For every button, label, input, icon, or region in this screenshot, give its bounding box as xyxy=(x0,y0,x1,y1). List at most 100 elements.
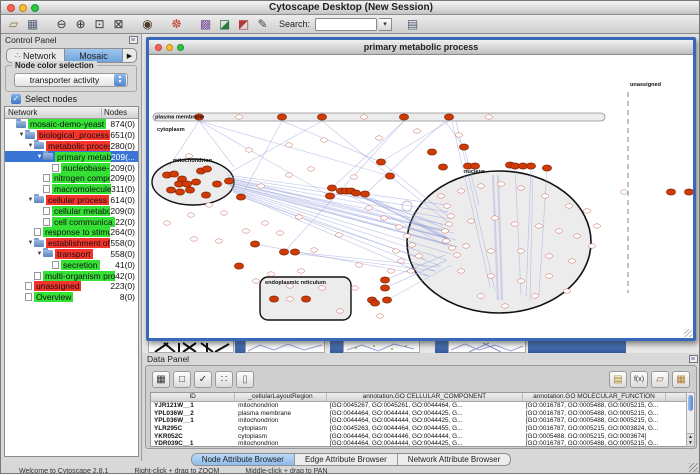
attribute-table[interactable]: ID_cellularLayoutRegionannotation.GO CEL… xyxy=(150,392,694,447)
network-node-small[interactable] xyxy=(163,221,170,225)
network-node-small[interactable] xyxy=(235,115,242,119)
network-node-small[interactable] xyxy=(403,234,410,238)
network-node-small[interactable] xyxy=(448,246,455,250)
snapshot-icon[interactable]: ◉ xyxy=(139,16,156,32)
network-node-small[interactable] xyxy=(531,294,538,298)
attribute-table-scrollbar[interactable]: ▲▼ xyxy=(686,392,695,447)
network-node-small[interactable] xyxy=(408,243,415,247)
network-node-selected[interactable] xyxy=(191,179,200,185)
select-attributes-icon[interactable]: ✓ xyxy=(194,371,212,388)
tree-expand-icon[interactable]: ▼ xyxy=(18,132,25,138)
tree-expand-icon[interactable]: ▼ xyxy=(36,154,43,160)
control-panel-undock-icon[interactable] xyxy=(129,36,138,44)
network-node-selected[interactable] xyxy=(236,194,245,200)
scrollbar-arrows-icon[interactable]: ▲▼ xyxy=(687,433,694,446)
network-node-small[interactable] xyxy=(501,304,508,308)
network-tree-row[interactable]: secretion41(0) xyxy=(5,259,138,270)
network-node-small[interactable] xyxy=(392,249,399,253)
network-node-selected[interactable] xyxy=(250,241,259,247)
network-tree-row[interactable]: ▼metabolic process280(0) xyxy=(5,141,138,152)
unselect-attributes-icon[interactable]: ∷ xyxy=(215,371,233,388)
network-node-selected[interactable] xyxy=(279,249,288,255)
network-node-small[interactable] xyxy=(387,269,394,273)
network-node-selected[interactable] xyxy=(185,187,194,193)
network-node-selected[interactable] xyxy=(382,297,391,303)
network-node-selected[interactable] xyxy=(385,173,394,179)
network-node-selected[interactable] xyxy=(182,181,191,187)
minimized-window-thumbnail[interactable] xyxy=(148,340,234,353)
network-node-small[interactable] xyxy=(350,175,357,179)
network-tree-row[interactable]: nucleobase-209(0) xyxy=(5,162,138,173)
network-node-selected[interactable] xyxy=(370,300,379,306)
network-node-small[interactable] xyxy=(276,231,283,235)
column-header[interactable]: annotation.GO MOLECULAR_FUNCTION xyxy=(523,393,666,401)
network-node-small[interactable] xyxy=(395,225,402,229)
network-node-selected[interactable] xyxy=(277,114,286,120)
network-node-small[interactable] xyxy=(187,213,194,217)
network-node-selected[interactable] xyxy=(351,190,360,196)
network-node-small[interactable] xyxy=(477,184,484,188)
annotation-icon[interactable]: ✎ xyxy=(254,16,271,32)
network-node-small[interactable] xyxy=(397,259,404,263)
zoom-selected-icon[interactable]: ⊠ xyxy=(110,16,127,32)
network-view-titlebar[interactable]: primary metabolic process xyxy=(149,40,693,55)
network-node-selected[interactable] xyxy=(325,193,334,199)
delete-attribute-icon[interactable]: ▯ xyxy=(236,371,254,388)
network-node-small[interactable] xyxy=(453,253,460,257)
network-node-selected[interactable] xyxy=(380,277,389,283)
formula-builder-icon[interactable]: f(x) xyxy=(630,371,648,388)
network-tree-row[interactable]: multi-organism pro42(0) xyxy=(5,270,138,281)
network-node-selected[interactable] xyxy=(459,144,468,150)
network-node-selected[interactable] xyxy=(224,178,233,184)
column-header[interactable]: ID xyxy=(151,393,235,401)
network-node-small[interactable] xyxy=(555,229,562,233)
network-node-small[interactable] xyxy=(380,216,387,220)
minimized-window-thumbnail[interactable] xyxy=(245,340,325,353)
network-node-small[interactable] xyxy=(485,115,492,119)
network-node-small[interactable] xyxy=(445,222,452,226)
column-header[interactable]: _cellularLayoutRegion xyxy=(235,393,327,401)
network-node-small[interactable] xyxy=(365,206,372,210)
network-node-small[interactable] xyxy=(467,219,474,223)
network-node-selected[interactable] xyxy=(542,165,551,171)
network-node-small[interactable] xyxy=(568,259,575,263)
network-node-small[interactable] xyxy=(245,148,252,152)
network-node-selected[interactable] xyxy=(201,192,210,198)
network-tree-row[interactable]: ▼transport558(0) xyxy=(5,249,138,260)
search-dropdown-icon[interactable]: ▾ xyxy=(379,18,392,31)
network-node-small[interactable] xyxy=(491,216,498,220)
network-node-selected[interactable] xyxy=(360,191,369,197)
network-node-selected[interactable] xyxy=(212,181,221,187)
vizmapper-icon[interactable]: ▩ xyxy=(197,16,214,32)
network-edge[interactable] xyxy=(381,121,449,162)
minimized-window-titlebar[interactable] xyxy=(330,340,343,353)
network-node-selected[interactable] xyxy=(444,114,453,120)
network-node-small[interactable] xyxy=(487,274,494,278)
network-tree-header[interactable]: Network Nodes xyxy=(5,107,138,119)
network-node-small[interactable] xyxy=(462,244,469,248)
tree-expand-icon[interactable]: ▼ xyxy=(27,240,34,246)
network-node-small[interactable] xyxy=(285,143,292,147)
tab-scroll-right-icon[interactable]: ▶ xyxy=(123,49,136,62)
network-tree-row[interactable]: ▼establishment of lo558(0) xyxy=(5,238,138,249)
network-tree-row[interactable]: unassigned223(0) xyxy=(5,281,138,292)
network-node-small[interactable] xyxy=(261,221,268,225)
import-network-icon[interactable]: ◩ xyxy=(235,16,252,32)
network-tree-row[interactable]: macromolecule311(0) xyxy=(5,184,138,195)
network-node-selected[interactable] xyxy=(438,164,447,170)
frame-resize-grip[interactable] xyxy=(684,329,692,337)
network-node-selected[interactable] xyxy=(202,166,211,172)
frame-zoom-button[interactable] xyxy=(177,44,184,51)
combobox-stepper-icon[interactable]: ▲▼ xyxy=(114,74,126,86)
network-node-small[interactable] xyxy=(220,211,227,215)
network-node-small[interactable] xyxy=(375,136,382,140)
network-node-small[interactable] xyxy=(477,294,484,298)
network-node-small[interactable] xyxy=(487,249,494,253)
search-input[interactable] xyxy=(315,18,377,31)
network-edge[interactable] xyxy=(284,121,404,252)
network-node-small[interactable] xyxy=(517,186,524,190)
network-node-small[interactable] xyxy=(205,203,212,207)
network-node-small[interactable] xyxy=(407,269,414,273)
tab-node-attribute-browser[interactable]: Node Attribute Browser xyxy=(192,454,295,465)
network-node-small[interactable] xyxy=(583,209,590,213)
